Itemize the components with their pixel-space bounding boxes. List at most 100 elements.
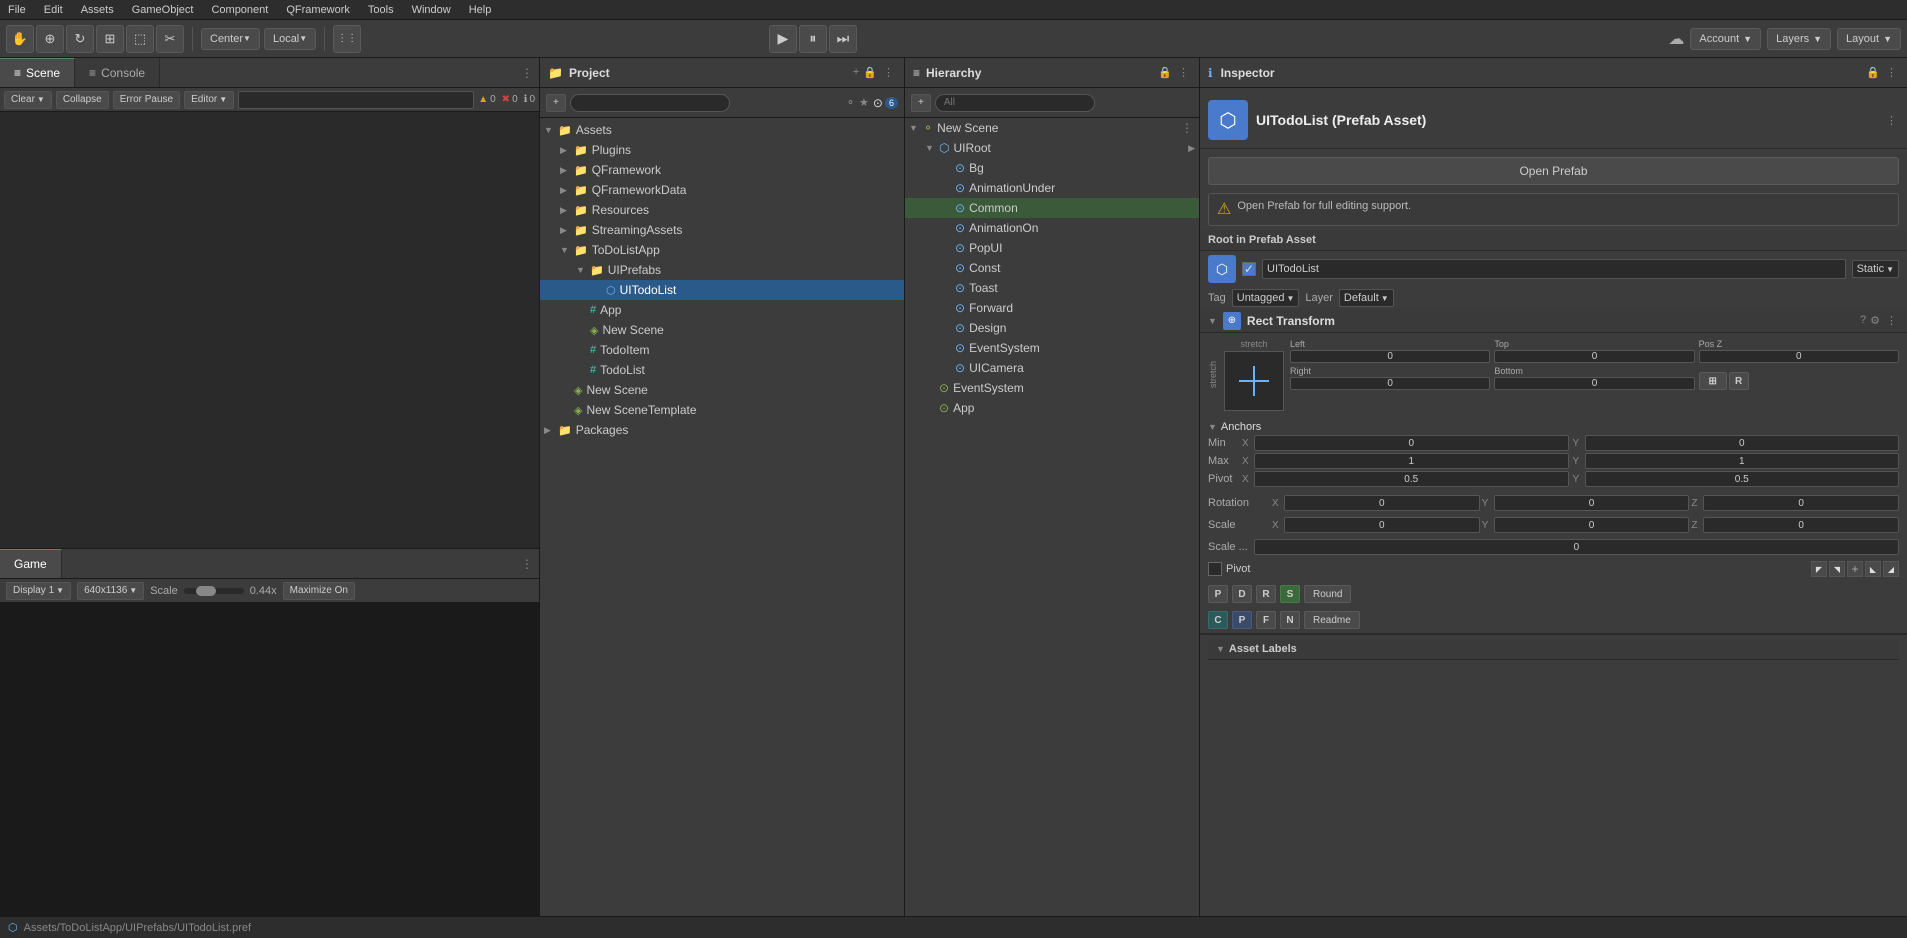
local-btn[interactable]: Local ▼ [264,28,316,50]
scene-view[interactable] [0,112,539,548]
transform-tool-btn[interactable]: ✂ [156,25,184,53]
h-item-animunder[interactable]: ⊙ AnimationUnder [905,178,1199,198]
h-item-app[interactable]: ⊙ App [905,398,1199,418]
hand-tool-btn[interactable]: ✋ [6,25,34,53]
tree-item-uitodolist[interactable]: ⬡ UITodoList [540,280,904,300]
account-dropdown[interactable]: Account ▼ [1690,28,1761,50]
console-search-input[interactable] [238,91,474,109]
tab-game[interactable]: Game [0,549,62,578]
anchor-widget[interactable] [1224,351,1284,411]
tree-item-packages[interactable]: ▶ 📁 Packages [540,420,904,440]
static-dropdown[interactable]: Static ▼ [1852,260,1899,278]
maximize-btn[interactable]: Maximize On [283,582,355,600]
h-item-eventsystem1[interactable]: ⊙ EventSystem [905,338,1199,358]
resolution-dropdown[interactable]: 640x1136 ▼ [77,582,144,600]
h-item-design[interactable]: ⊙ Design [905,318,1199,338]
error-pause-btn[interactable]: Error Pause [113,91,180,109]
pivot-y-input[interactable] [1585,471,1900,487]
corner-add-btn[interactable]: + [1847,561,1863,577]
hierarchy-options-btn[interactable]: ⋮ [1176,66,1191,79]
hierarchy-search-input[interactable] [935,94,1095,112]
inspector-lock-btn[interactable]: 🔒 [1866,66,1880,79]
rotate-tool-btn[interactable]: ↻ [66,25,94,53]
tab-scene[interactable]: ≡ Scene [0,58,75,87]
scene-tab-options[interactable]: ⋮ [515,58,539,87]
d-btn[interactable]: D [1232,585,1252,603]
project-add-small-btn[interactable]: + [546,94,566,112]
r-small-btn[interactable]: R [1256,585,1276,603]
tree-item-streaming[interactable]: ▶ 📁 StreamingAssets [540,220,904,240]
min-x-input[interactable] [1254,435,1569,451]
project-add-btn[interactable]: + [853,66,859,79]
right-input[interactable] [1290,377,1490,390]
tree-item-newscenetemplate[interactable]: ◈ New SceneTemplate [540,400,904,420]
min-y-input[interactable] [1585,435,1900,451]
n-btn[interactable]: N [1280,611,1300,629]
h-item-eventsystem2[interactable]: ⊙ EventSystem [905,378,1199,398]
grid-btn[interactable]: ⋮⋮ [333,25,361,53]
top-input[interactable] [1494,350,1694,363]
play-btn[interactable]: ▶ [769,25,797,53]
scale-x-input[interactable] [1284,517,1480,533]
rect-transform-header[interactable]: ▼ ⊕ Rect Transform ? ⚙ ⋮ [1200,309,1907,333]
hierarchy-add-btn[interactable]: + [911,94,931,112]
round-btn[interactable]: Round [1304,585,1351,603]
project-lock-btn[interactable]: 🔒 [863,66,877,79]
left-input[interactable] [1290,350,1490,363]
cloud-btn[interactable]: ☁ [1668,29,1684,49]
bottom-input[interactable] [1494,377,1694,390]
scale-extra-input[interactable] [1254,539,1899,555]
menu-help[interactable]: Help [467,4,494,16]
rt-options-btn[interactable]: ⋮ [1884,314,1899,327]
p2-btn[interactable]: P [1232,611,1252,629]
scale-tool-btn[interactable]: ⊞ [96,25,124,53]
tree-item-todoapp[interactable]: ▼ 📁 ToDoListApp [540,240,904,260]
rot-z-input[interactable] [1703,495,1899,511]
h-item-animon[interactable]: ⊙ AnimationOn [905,218,1199,238]
h-item-newscene[interactable]: ▼ ⚬ New Scene ⋮ [905,118,1199,138]
game-tab-options[interactable]: ⋮ [515,549,539,578]
step-btn[interactable]: ⏭ [829,25,857,53]
inspector-options-btn[interactable]: ⋮ [1884,66,1899,79]
collapse-btn[interactable]: Collapse [56,91,109,109]
open-prefab-btn[interactable]: Open Prefab [1208,157,1899,185]
menu-assets[interactable]: Assets [79,4,116,16]
h-item-bg[interactable]: ⊙ Bg [905,158,1199,178]
blueprint-btn[interactable]: ⊞ [1699,372,1727,390]
clear-dropdown[interactable]: Clear ▼ [4,91,52,109]
layout-dropdown[interactable]: Layout ▼ [1837,28,1901,50]
project-sync-btn[interactable]: ⚬ [846,96,855,110]
tab-console[interactable]: ≡ Console [75,58,160,87]
game-view[interactable] [0,603,539,938]
menu-gameobject[interactable]: GameObject [130,4,196,16]
menu-window[interactable]: Window [410,4,453,16]
tree-item-newscene1[interactable]: ◈ New Scene [540,320,904,340]
h-item-forward[interactable]: ⊙ Forward [905,298,1199,318]
rect-tool-btn[interactable]: ⬚ [126,25,154,53]
rot-y-input[interactable] [1494,495,1690,511]
tree-item-qframework[interactable]: ▶ 📁 QFramework [540,160,904,180]
move-tool-btn[interactable]: ⊕ [36,25,64,53]
h-item-uiroot[interactable]: ▼ ⬡ UIRoot ▶ [905,138,1199,158]
project-star-btn[interactable]: ★ [859,96,869,110]
corner-bl-btn[interactable]: ◣ [1865,561,1881,577]
anchors-header-row[interactable]: ▼ Anchors [1208,421,1899,433]
f-btn[interactable]: F [1256,611,1276,629]
menu-file[interactable]: File [6,4,28,16]
max-x-input[interactable] [1254,453,1569,469]
asset-labels-header[interactable]: ▼ Asset Labels [1208,639,1899,660]
tree-item-resources[interactable]: ▶ 📁 Resources [540,200,904,220]
pivot-btn[interactable]: Center ▼ [201,28,260,50]
h-scene-options[interactable]: ⋮ [1179,121,1195,135]
h-item-toast[interactable]: ⊙ Toast [905,278,1199,298]
layer-dropdown[interactable]: Default ▼ [1339,289,1394,307]
pause-btn[interactable]: ⏸ [799,25,827,53]
tree-item-todolist[interactable]: # TodoList [540,360,904,380]
rt-help-btn[interactable]: ? [1860,314,1866,327]
project-search-input[interactable] [570,94,730,112]
p-btn[interactable]: P [1208,585,1228,603]
corner-br-btn[interactable]: ◢ [1883,561,1899,577]
layers-dropdown[interactable]: Layers ▼ [1767,28,1831,50]
menu-component[interactable]: Component [209,4,270,16]
pivot-cb[interactable] [1208,562,1222,576]
